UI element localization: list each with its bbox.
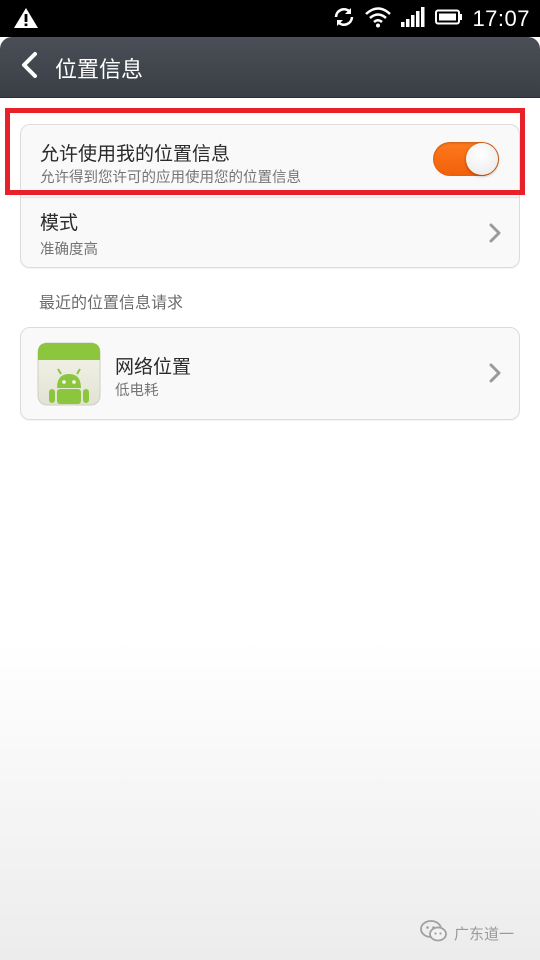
action-bar: 位置信息 (0, 37, 540, 98)
page-title: 位置信息 (55, 58, 144, 83)
app-name: 网络位置 (115, 356, 192, 378)
android-app-icon (37, 342, 101, 406)
status-bar: 17:07 (0, 0, 540, 37)
recent-requests-card: 网络位置 低电耗 (20, 327, 520, 420)
wechat-icon (420, 920, 448, 946)
mode-value: 准确度高 (40, 242, 98, 258)
warning-icon (13, 7, 39, 33)
list-item[interactable]: 网络位置 低电耗 (21, 328, 519, 419)
wifi-icon (365, 6, 392, 32)
highlight-annotation-box (5, 108, 525, 195)
clock: 17:07 (472, 5, 530, 31)
mode-title: 模式 (40, 212, 79, 234)
back-button[interactable] (12, 51, 46, 83)
sync-icon (332, 5, 356, 33)
signal-icon (400, 6, 426, 31)
watermark-text: 广东道一 (454, 924, 515, 943)
chevron-right-icon (487, 362, 503, 384)
recent-requests-header: 最近的位置信息请求 (39, 293, 184, 312)
mode-row[interactable]: 模式 准确度高 (21, 197, 519, 268)
watermark: 广东道一 (420, 920, 514, 946)
app-detail: 低电耗 (115, 383, 159, 399)
back-chevron-icon (19, 51, 39, 83)
chevron-right-icon (487, 222, 503, 244)
battery-icon (435, 9, 463, 29)
